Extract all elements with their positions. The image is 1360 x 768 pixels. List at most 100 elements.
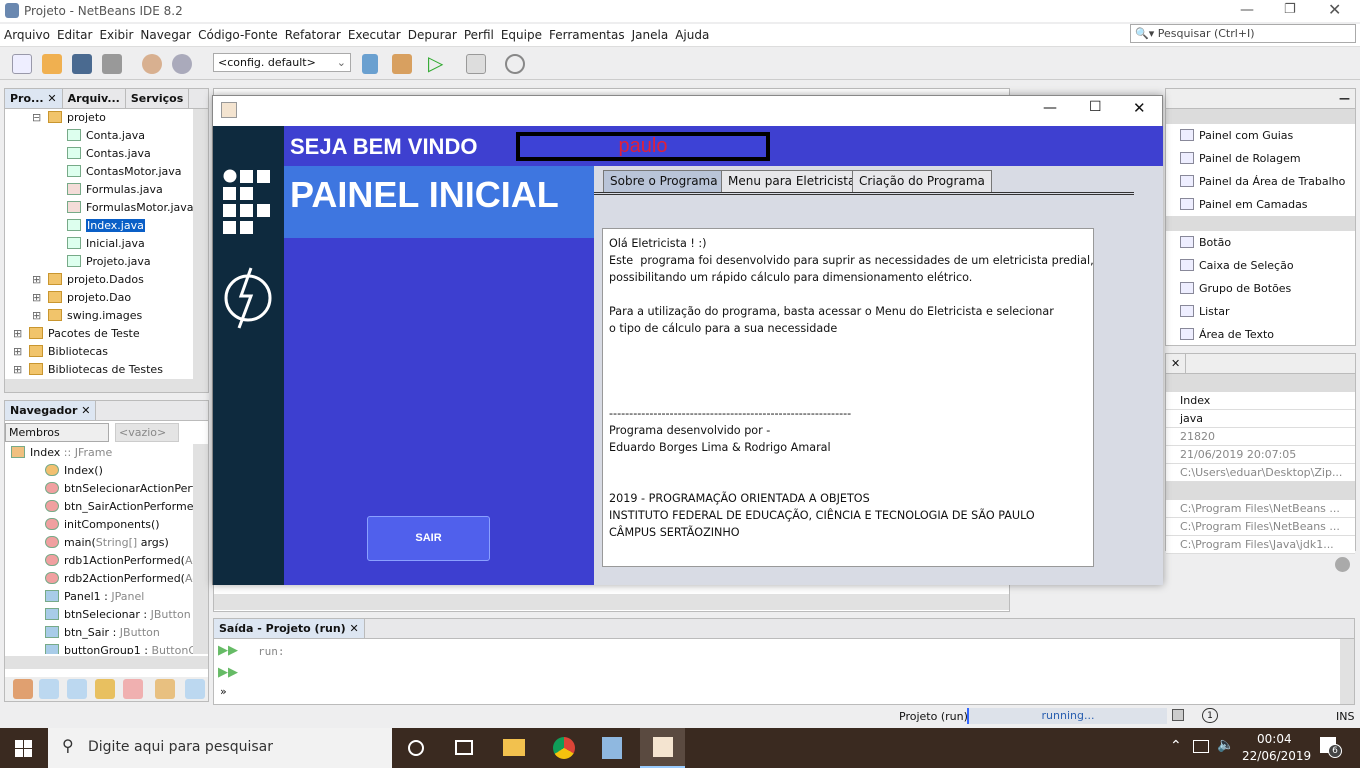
- menu-navegar[interactable]: Navegar: [136, 24, 194, 42]
- expand-icon[interactable]: ⊞: [32, 307, 41, 325]
- navigator-member[interactable]: rdb2ActionPerformed(Acti: [5, 570, 193, 588]
- tree-item[interactable]: Index.java: [5, 217, 193, 235]
- app-cube-icon[interactable]: [602, 737, 622, 759]
- palette-item[interactable]: Grupo de Botões: [1166, 277, 1355, 300]
- collapse-icon[interactable]: ⊟: [32, 109, 41, 127]
- fqn-icon[interactable]: [155, 679, 175, 699]
- menu-exibir[interactable]: Exibir: [95, 24, 136, 42]
- file-explorer-icon[interactable]: [503, 739, 525, 756]
- navigator-member[interactable]: buttonGroup1 : ButtonGro: [5, 642, 193, 654]
- tab-files[interactable]: Arquiv...: [63, 89, 126, 108]
- taskbar-search[interactable]: ⚲ Digite aqui para pesquisar: [48, 728, 392, 768]
- navigator-member[interactable]: main(String[] args): [5, 534, 193, 552]
- about-text-area[interactable]: Olá Eletricista ! :) Este programa foi d…: [602, 228, 1094, 567]
- save-all-icon[interactable]: [102, 54, 122, 74]
- tree-item[interactable]: ⊞ Bibliotecas: [5, 343, 193, 361]
- app-maximize-button[interactable]: ☐: [1089, 99, 1102, 115]
- config-select[interactable]: <config. default> ⌄: [213, 53, 351, 72]
- output-tab[interactable]: Saída - Projeto (run) ✕: [214, 619, 365, 638]
- tree-item[interactable]: Inicial.java: [5, 235, 193, 253]
- tree-item[interactable]: ContasMotor.java: [5, 163, 193, 181]
- menu-ferramentas[interactable]: Ferramentas: [545, 24, 628, 42]
- members-select[interactable]: Membros: [5, 423, 109, 442]
- members-icon[interactable]: [13, 679, 33, 699]
- sort-icon[interactable]: [185, 679, 205, 699]
- vertical-scrollbar[interactable]: [193, 109, 208, 379]
- cortana-icon[interactable]: [408, 740, 424, 756]
- show-hidden-icons[interactable]: ⌃: [1170, 738, 1182, 754]
- more-icon[interactable]: »: [220, 685, 227, 698]
- volume-muted-icon[interactable]: 🔈: [1217, 737, 1234, 753]
- task-view-icon[interactable]: [455, 740, 473, 755]
- tree-item[interactable]: Contas.java: [5, 145, 193, 163]
- windows-start-icon[interactable]: [15, 740, 32, 757]
- menu-depurar[interactable]: Depurar: [404, 24, 460, 42]
- navigator-member[interactable]: btn_Sair : JButton: [5, 624, 193, 642]
- menu-executar[interactable]: Executar: [344, 24, 404, 42]
- static-icon[interactable]: [67, 679, 87, 699]
- tree-item[interactable]: Projeto.java: [5, 253, 193, 271]
- expand-icon[interactable]: ⊞: [13, 325, 22, 343]
- cancel-task-icon[interactable]: [1172, 709, 1184, 721]
- menu-codigofonte[interactable]: Código-Fonte: [194, 24, 281, 42]
- navigator-member[interactable]: btnSelecionarActionPerfor: [5, 480, 193, 498]
- editor-horizontal-scrollbar[interactable]: [214, 594, 1009, 610]
- lock-icon[interactable]: [95, 679, 115, 699]
- redo-icon[interactable]: [172, 54, 192, 74]
- tree-item[interactable]: ⊞ projeto.Dados: [5, 271, 193, 289]
- tree-item[interactable]: ⊞ swing.images: [5, 307, 193, 325]
- expand-icon[interactable]: ⊞: [13, 343, 22, 361]
- profile-icon[interactable]: [505, 54, 525, 74]
- search-input[interactable]: 🔍▾ Pesquisar (Ctrl+I): [1130, 24, 1356, 43]
- app-minimize-button[interactable]: —: [1043, 100, 1057, 116]
- navigator-member[interactable]: initComponents(): [5, 516, 193, 534]
- clock-date[interactable]: 22/06/2019: [1242, 749, 1311, 763]
- palette-item[interactable]: Painel da Área de Trabalho: [1166, 170, 1355, 193]
- app-close-button[interactable]: ✕: [1133, 99, 1146, 117]
- navigator-member[interactable]: btnSelecionar : JButton: [5, 606, 193, 624]
- tree-root[interactable]: Index :: JFrame: [5, 444, 193, 462]
- clock-time[interactable]: 00:04: [1257, 732, 1292, 746]
- tab-services[interactable]: Serviços: [126, 89, 190, 108]
- menu-refatorar[interactable]: Refatorar: [281, 24, 344, 42]
- new-file-icon[interactable]: [12, 54, 32, 74]
- open-project-icon[interactable]: [72, 54, 92, 74]
- palette-item[interactable]: Área de Texto: [1166, 323, 1355, 346]
- navigator-tab[interactable]: Navegador ✕: [5, 401, 97, 420]
- navigator-member[interactable]: Index(): [5, 462, 193, 480]
- palette-item[interactable]: Painel em Camadas: [1166, 193, 1355, 216]
- tab-about[interactable]: Sobre o Programa: [603, 170, 725, 192]
- rerun-icon[interactable]: ▶▶: [218, 643, 238, 658]
- tree-item[interactable]: ⊟ projeto: [5, 109, 193, 127]
- horizontal-scrollbar[interactable]: [5, 379, 208, 392]
- property-value[interactable]: Index: [1166, 392, 1355, 410]
- navigator-member[interactable]: rdb1ActionPerformed(Acti: [5, 552, 193, 570]
- horizontal-scrollbar[interactable]: [5, 656, 208, 669]
- new-project-icon[interactable]: [42, 54, 62, 74]
- exit-button[interactable]: SAIR: [367, 516, 490, 561]
- run-icon[interactable]: ▷: [428, 51, 443, 75]
- palette-item[interactable]: Painel com Guias: [1166, 124, 1355, 147]
- rerun-params-icon[interactable]: ▶▶: [218, 665, 238, 680]
- java-taskbar-button[interactable]: [640, 728, 685, 768]
- minimize-panel-button[interactable]: —: [1334, 89, 1355, 108]
- menu-ajuda[interactable]: Ajuda: [671, 24, 712, 42]
- expand-icon[interactable]: ⊞: [32, 289, 41, 307]
- tree-item[interactable]: Conta.java: [5, 127, 193, 145]
- property-value[interactable]: java: [1166, 410, 1355, 428]
- navigator-member[interactable]: Panel1 : JPanel: [5, 588, 193, 606]
- menu-arquivo[interactable]: Arquivo: [0, 24, 53, 42]
- inherited-icon[interactable]: [123, 679, 143, 699]
- build-icon[interactable]: [362, 54, 378, 74]
- palette-item[interactable]: Caixa de Seleção: [1166, 254, 1355, 277]
- network-icon[interactable]: [1193, 740, 1209, 753]
- tree-item[interactable]: ⊞ Bibliotecas de Testes: [5, 361, 193, 379]
- expand-icon[interactable]: ⊞: [32, 271, 41, 289]
- help-icon[interactable]: [1335, 557, 1350, 572]
- output-scrollbar[interactable]: [1340, 639, 1354, 704]
- notifications-icon[interactable]: 1: [1202, 708, 1218, 723]
- palette-item[interactable]: Painel de Rolagem: [1166, 147, 1355, 170]
- tab-electrician-menu[interactable]: Menu para Eletricista: [721, 170, 863, 192]
- progress-bar[interactable]: running...: [967, 708, 1167, 724]
- menu-janela[interactable]: Janela: [628, 24, 672, 42]
